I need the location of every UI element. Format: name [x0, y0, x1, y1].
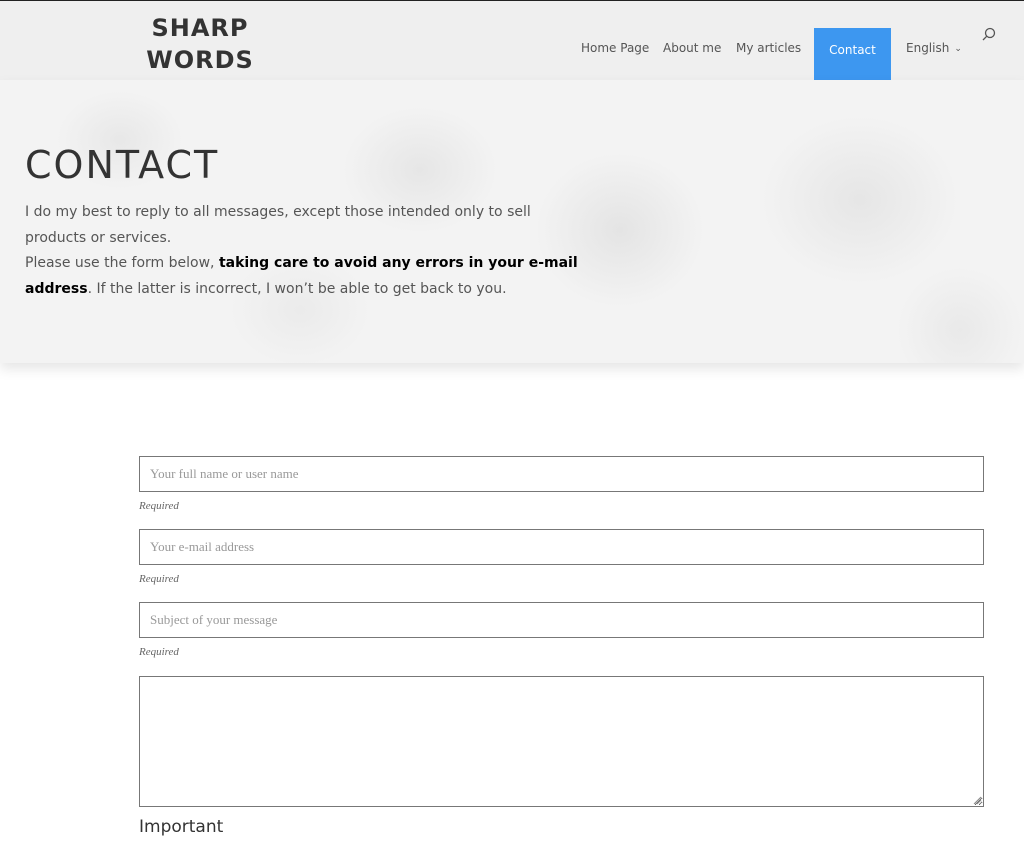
- email-field[interactable]: [139, 529, 984, 565]
- site-logo[interactable]: SHARP WORDS: [144, 12, 256, 76]
- nav-contact[interactable]: Contact: [814, 28, 891, 83]
- nav-articles[interactable]: My articles: [736, 41, 801, 55]
- nav-language[interactable]: English ⌄: [906, 41, 962, 55]
- resize-grip-icon[interactable]: [972, 795, 982, 805]
- intro-line-2-prefix: Please use the form below,: [25, 255, 219, 271]
- nav-about[interactable]: About me: [663, 41, 721, 55]
- name-field[interactable]: [139, 456, 984, 492]
- site-header: SHARP WORDS Home Page About me My articl…: [0, 0, 1024, 83]
- search-icon[interactable]: [981, 27, 997, 43]
- nav-language-label: English: [906, 41, 950, 55]
- chevron-down-icon: ⌄: [954, 44, 962, 54]
- logo-line-2: WORDS: [146, 46, 254, 74]
- subject-required-note: Required: [139, 646, 179, 658]
- hero-intro: I do my best to reply to all messages, e…: [25, 200, 585, 302]
- intro-line-1: I do my best to reply to all messages, e…: [25, 204, 531, 246]
- intro-emphasis-1: taking care to avoid any errors in your …: [218, 255, 578, 271]
- intro-line-2-suffix: . If the latter is incorrect, I won’t be…: [87, 280, 507, 297]
- email-required-note: Required: [139, 573, 179, 585]
- name-required-note: Required: [139, 500, 179, 512]
- logo-line-1: SHARP: [151, 14, 249, 42]
- important-heading: Important: [139, 817, 224, 837]
- page-title: CONTACT: [25, 143, 220, 187]
- hero-section: CONTACT I do my best to reply to all mes…: [0, 80, 1024, 363]
- intro-emphasis-2: address: [25, 280, 88, 297]
- subject-field[interactable]: [139, 602, 984, 638]
- message-textarea[interactable]: [139, 676, 984, 807]
- nav-home[interactable]: Home Page: [581, 41, 649, 55]
